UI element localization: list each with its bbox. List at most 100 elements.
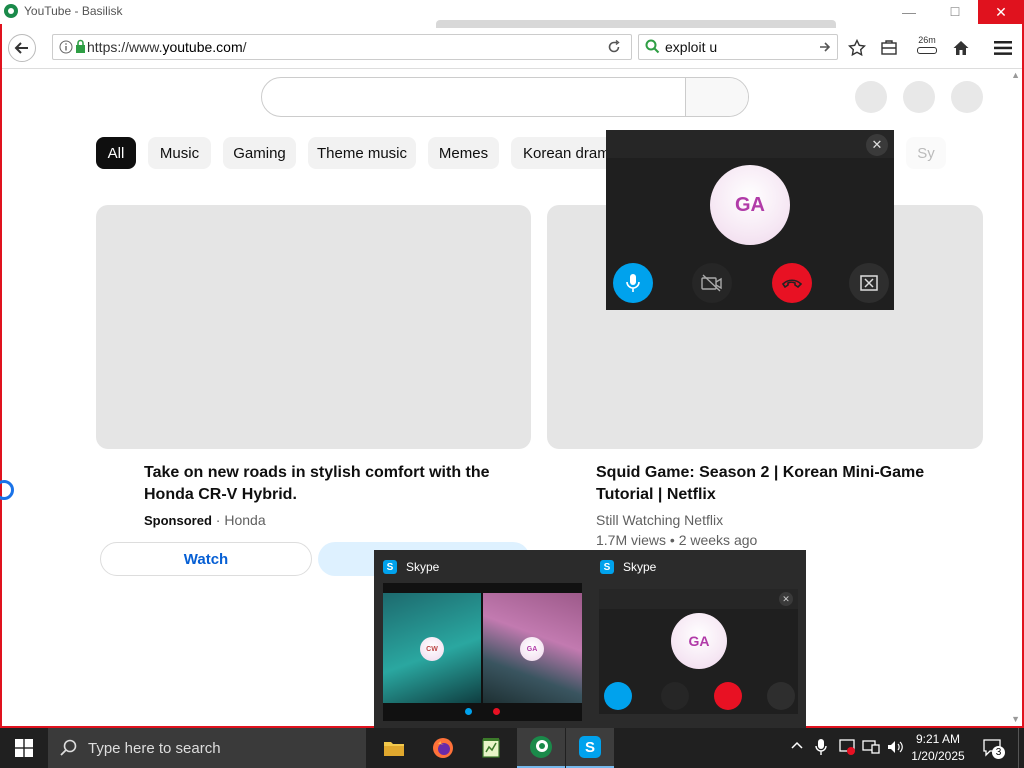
- skype-icon: S: [600, 560, 614, 574]
- url-text[interactable]: https://www.youtube.com/: [87, 39, 247, 55]
- tray-microphone-icon[interactable]: [815, 738, 827, 759]
- close-call-button[interactable]: ✕: [866, 134, 888, 156]
- taskbar-file-explorer[interactable]: [370, 728, 418, 768]
- system-clock[interactable]: 9:21 AM 1/20/2025: [906, 731, 970, 765]
- video-off-icon: [701, 274, 722, 292]
- hang-up-icon: [782, 279, 802, 288]
- preview-thumbnail-2[interactable]: ✕ GA: [599, 589, 798, 714]
- exit-fullscreen-icon: [860, 275, 878, 291]
- mic-dot-icon: [465, 708, 472, 715]
- mute-microphone-button[interactable]: [613, 263, 653, 303]
- mini-video-icon: [661, 682, 689, 710]
- window-title: YouTube - Basilisk: [24, 4, 123, 18]
- scrollbar-up-arrow[interactable]: ▲: [1011, 70, 1020, 80]
- bookmark-star-icon[interactable]: [848, 39, 866, 57]
- close-window-button[interactable]: ✕: [978, 0, 1024, 24]
- mini-close-icon: ✕: [779, 592, 793, 606]
- reload-icon[interactable]: [607, 40, 621, 54]
- show-desktop-button[interactable]: [1018, 728, 1024, 768]
- skype-icon: S: [383, 560, 397, 574]
- timer-text: 26m: [918, 35, 936, 45]
- tab-strip[interactable]: [436, 20, 836, 28]
- skype-call-window: ✕ GA: [606, 130, 894, 310]
- basilisk-icon: [530, 736, 552, 758]
- youtube-search-input[interactable]: [261, 77, 749, 117]
- clock-date: 1/20/2025: [911, 749, 965, 763]
- tray-volume-icon[interactable]: [886, 738, 904, 759]
- notepad-icon: [482, 738, 500, 758]
- participant-avatar-1: CW: [420, 637, 444, 661]
- video-thumbnail-1[interactable]: [96, 205, 531, 449]
- end-call-button[interactable]: [772, 263, 812, 303]
- chip-music[interactable]: Music: [148, 137, 211, 169]
- start-button[interactable]: [0, 728, 48, 768]
- lock-icon: [76, 39, 85, 53]
- clock-time: 9:21 AM: [915, 732, 961, 746]
- chip-all[interactable]: All: [96, 137, 136, 169]
- video-title-1[interactable]: Take on new roads in stylish comfort wit…: [144, 462, 514, 506]
- placeholder-icon[interactable]: [903, 81, 935, 113]
- mini-share-icon: [767, 682, 795, 710]
- video-stats: 1.7M views • 2 weeks ago: [596, 532, 758, 548]
- taskbar-search-placeholder: Type here to search: [88, 740, 221, 757]
- arrow-left-icon: [14, 42, 28, 54]
- minimize-button[interactable]: —: [886, 0, 932, 24]
- caller-avatar: GA: [710, 165, 790, 245]
- taskbar-basilisk[interactable]: [517, 728, 565, 768]
- timer-bar-icon: [917, 47, 937, 54]
- home-icon[interactable]: [952, 39, 970, 57]
- video-title-2[interactable]: Squid Game: Season 2 | Korean Mini-Game …: [596, 462, 966, 506]
- taskbar-preview-popup: S Skype S Skype CW GA ✕ GA: [374, 550, 806, 728]
- tray-network-icon[interactable]: [838, 738, 856, 759]
- call-header: [606, 130, 894, 158]
- notification-count-badge: 3: [992, 746, 1005, 759]
- search-bar-value[interactable]: exploit u: [665, 39, 717, 55]
- skype-taskbar-icon: S: [579, 736, 601, 758]
- back-button[interactable]: [8, 34, 36, 62]
- watch-button[interactable]: Watch: [100, 542, 312, 576]
- windows-logo-icon: [15, 739, 33, 757]
- folder-icon: [384, 742, 404, 756]
- taskbar-notepad[interactable]: [468, 728, 516, 768]
- tray-display-icon[interactable]: [862, 738, 880, 759]
- channel-name[interactable]: Still Watching Netflix: [596, 512, 723, 528]
- chip-theme-music[interactable]: Theme music: [308, 137, 416, 169]
- share-screen-button[interactable]: [849, 263, 889, 303]
- taskbar-skype[interactable]: S: [566, 728, 614, 768]
- scrollbar-down-arrow[interactable]: ▼: [1011, 714, 1020, 724]
- placeholder-icon[interactable]: [855, 81, 887, 113]
- windows-taskbar: Type here to search S 9:21 AM 1/20/2025 …: [0, 728, 1024, 768]
- mini-mic-icon: [604, 682, 632, 710]
- navigation-bar: https://www.youtube.com/ exploit u 26m: [2, 28, 1022, 69]
- info-icon[interactable]: [59, 40, 73, 54]
- search-bar[interactable]: exploit u: [638, 34, 838, 60]
- chip-partial[interactable]: Sy: [906, 137, 946, 169]
- hangup-dot-icon: [493, 708, 500, 715]
- participant-avatar-2: GA: [520, 637, 544, 661]
- action-center-button[interactable]: 3: [982, 737, 1005, 764]
- mini-call-header: [599, 589, 798, 609]
- chip-gaming[interactable]: Gaming: [223, 137, 296, 169]
- taskbar-firefox[interactable]: [419, 728, 467, 768]
- toggle-video-button[interactable]: [692, 263, 732, 303]
- menu-icon[interactable]: [994, 40, 1012, 56]
- tray-chevron-up-icon[interactable]: [790, 738, 804, 755]
- maximize-button[interactable]: ☐: [932, 0, 978, 24]
- chip-memes[interactable]: Memes: [428, 137, 499, 169]
- youtube-search-button[interactable]: [685, 78, 748, 116]
- search-icon: [60, 739, 77, 756]
- mini-caller-avatar: GA: [671, 613, 727, 669]
- taskbar-search-box[interactable]: Type here to search: [48, 728, 366, 768]
- preview-thumbnail-1[interactable]: CW GA: [383, 583, 582, 721]
- timer-button[interactable]: 26m: [912, 35, 942, 61]
- preview-label-2: Skype: [623, 560, 657, 574]
- preview-label-1: Skype: [406, 560, 440, 574]
- arrow-right-icon[interactable]: [819, 41, 831, 53]
- avatar-placeholder[interactable]: [951, 81, 983, 113]
- firefox-icon: [433, 738, 453, 758]
- address-bar[interactable]: https://www.youtube.com/: [52, 34, 632, 60]
- microphone-icon: [626, 274, 640, 292]
- basilisk-logo-icon: [4, 4, 18, 18]
- library-icon[interactable]: [880, 39, 898, 57]
- mini-hangup-icon: [714, 682, 742, 710]
